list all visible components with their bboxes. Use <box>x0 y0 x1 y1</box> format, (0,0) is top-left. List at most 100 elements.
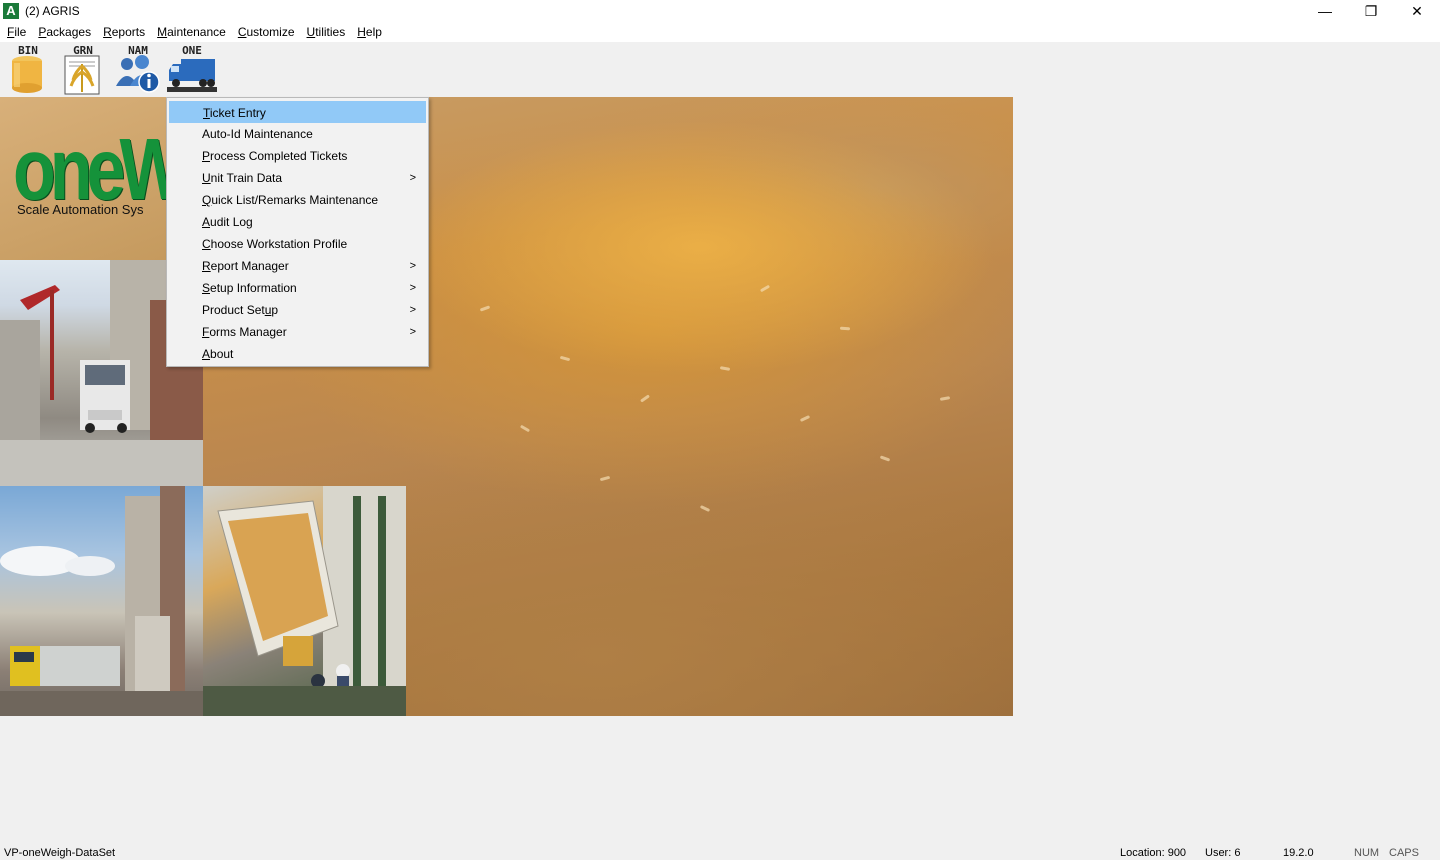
menu-item-accelerator: A <box>202 215 211 229</box>
menu-file[interactable]: File <box>1 22 32 42</box>
logo-subtitle: Scale Automation Sys <box>17 202 144 217</box>
menu-item-auto-id-maintenance[interactable]: Auto-Id Maintenance <box>169 123 426 145</box>
menu-accelerator: M <box>157 25 168 39</box>
submenu-arrow-icon: > <box>409 326 416 338</box>
menu-maintenance[interactable]: Maintenance <box>151 22 232 42</box>
menu-item-accelerator: C <box>202 237 211 251</box>
menu-help[interactable]: Help <box>351 22 388 42</box>
menu-label: ile <box>14 25 27 39</box>
grain-speck <box>599 475 611 482</box>
grain-speck <box>699 505 711 512</box>
bin-package-button[interactable]: BIN <box>2 44 54 96</box>
submenu-arrow-icon: > <box>409 304 416 316</box>
restore-icon: ❐ <box>1364 2 1378 19</box>
window-controls: — ❐ ✕ <box>1302 0 1440 22</box>
menu-accelerator: R <box>103 25 112 39</box>
menu-item-label: Product Set <box>202 303 265 317</box>
menu-item-choose-workstation-profile[interactable]: Choose Workstation Profile <box>169 233 426 255</box>
menu-item-quick-list-remarks[interactable]: Quick List/Remarks Maintenance <box>169 189 426 211</box>
menu-item-label: Auto-Id Maintenance <box>202 127 313 141</box>
status-caps-lock: CAPS <box>1389 847 1419 859</box>
menu-customize[interactable]: Customize <box>232 22 301 42</box>
menu-label: elp <box>365 25 382 39</box>
bin-label: BIN <box>18 44 38 57</box>
grain-trailer-unloading-photo <box>203 486 406 716</box>
menu-item-accelerator: R <box>202 259 211 273</box>
menu-item-ticket-entry[interactable]: Ticket Entry <box>169 101 426 123</box>
menu-reports[interactable]: Reports <box>97 22 151 42</box>
submenu-arrow-icon: > <box>409 282 416 294</box>
status-location: Location: 900 <box>1120 847 1187 859</box>
grn-package-button[interactable]: GRN <box>57 44 109 96</box>
menu-accelerator: H <box>357 25 366 39</box>
menu-item-accelerator: U <box>202 171 211 185</box>
menu-accelerator: U <box>306 25 316 39</box>
menu-item-label: hoose Workstation Profile <box>210 237 348 251</box>
grain-speck <box>879 455 891 462</box>
menu-item-accelerator: S <box>202 281 211 295</box>
one-label: ONE <box>182 44 202 57</box>
menu-accelerator: C <box>237 25 247 39</box>
nam-package-button[interactable]: NAM <box>112 44 164 96</box>
menu-label: aintenance <box>167 25 226 39</box>
minimize-button[interactable]: — <box>1302 0 1348 22</box>
menu-item-label: nit Train Data <box>210 171 283 185</box>
grain-speck <box>640 394 650 403</box>
oneweigh-logo-panel: oneWe Scale Automation Sys <box>0 97 166 260</box>
menu-label: tilities <box>315 25 346 39</box>
menu-item-label: etup Information <box>210 281 297 295</box>
agris-app-icon: A <box>3 3 19 19</box>
menu-item-accelerator: P <box>202 149 211 163</box>
nam-label: NAM <box>128 44 148 57</box>
grain-speck <box>519 424 531 433</box>
menu-item-forms-manager[interactable]: Forms Manager > <box>169 321 426 343</box>
grain-speck <box>759 284 771 293</box>
menu-item-label: orms Manager <box>209 325 287 339</box>
grain-speck <box>939 396 951 401</box>
menu-item-product-setup[interactable]: Product Setup > <box>169 299 426 321</box>
menu-item-label: p <box>271 303 279 317</box>
menu-item-setup-information[interactable]: Setup Information > <box>169 277 426 299</box>
menu-item-accelerator: T <box>203 106 210 120</box>
menu-item-label: udit Log <box>210 215 253 229</box>
restore-button[interactable]: ❐ <box>1348 0 1394 22</box>
menu-label: eports <box>111 25 146 39</box>
menu-item-label: rocess Completed Tickets <box>210 149 348 163</box>
status-bar: VP-oneWeigh-DataSet Location: 900 User: … <box>0 845 1440 860</box>
status-dataset: VP-oneWeigh-DataSet <box>4 847 116 859</box>
status-user: User: 6 <box>1205 847 1241 859</box>
menu-item-label: uick List/Remarks Maintenance <box>211 193 379 207</box>
close-button[interactable]: ✕ <box>1394 0 1440 22</box>
grain-speck <box>719 366 731 371</box>
window-title: (2) AGRIS <box>25 4 80 18</box>
package-toolbar: BIN GRN NAM ONE <box>0 42 1440 97</box>
menu-bar: File Packages Reports Maintenance Custom… <box>0 22 1440 42</box>
menu-utilities[interactable]: Utilities <box>301 22 352 42</box>
menu-packages[interactable]: Packages <box>32 22 97 42</box>
submenu-arrow-icon: > <box>409 172 416 184</box>
one-package-dropdown-menu: Ticket Entry Auto-Id Maintenance Process… <box>166 97 429 367</box>
locomotive-at-elevator-photo <box>0 486 203 716</box>
grain-speck <box>559 355 571 362</box>
menu-item-accelerator: A <box>202 347 211 361</box>
menu-item-report-manager[interactable]: Report Manager > <box>169 255 426 277</box>
train-photo-art <box>0 486 203 716</box>
submenu-arrow-icon: > <box>409 260 416 272</box>
menu-label: ustomize <box>246 25 295 39</box>
status-version: 19.2.0 <box>1283 847 1314 859</box>
menu-item-audit-log[interactable]: Audit Log <box>169 211 426 233</box>
grn-label: GRN <box>73 44 93 57</box>
menu-item-accelerator: Q <box>202 193 212 207</box>
minimize-icon: — <box>1318 3 1332 19</box>
grain-speck <box>479 305 491 312</box>
menu-item-label: bout <box>210 347 234 361</box>
menu-item-about[interactable]: About <box>169 343 426 365</box>
trailer-photo-art <box>203 486 406 716</box>
menu-item-process-completed-tickets[interactable]: Process Completed Tickets <box>169 145 426 167</box>
grain-speck <box>839 326 851 331</box>
menu-item-unit-train-data[interactable]: Unit Train Data > <box>169 167 426 189</box>
close-icon: ✕ <box>1411 2 1423 19</box>
one-package-button[interactable]: ONE <box>167 44 217 96</box>
splash-workspace: oneWe Scale Automation Sys <box>0 97 1013 716</box>
menu-label: ackages <box>46 25 92 39</box>
